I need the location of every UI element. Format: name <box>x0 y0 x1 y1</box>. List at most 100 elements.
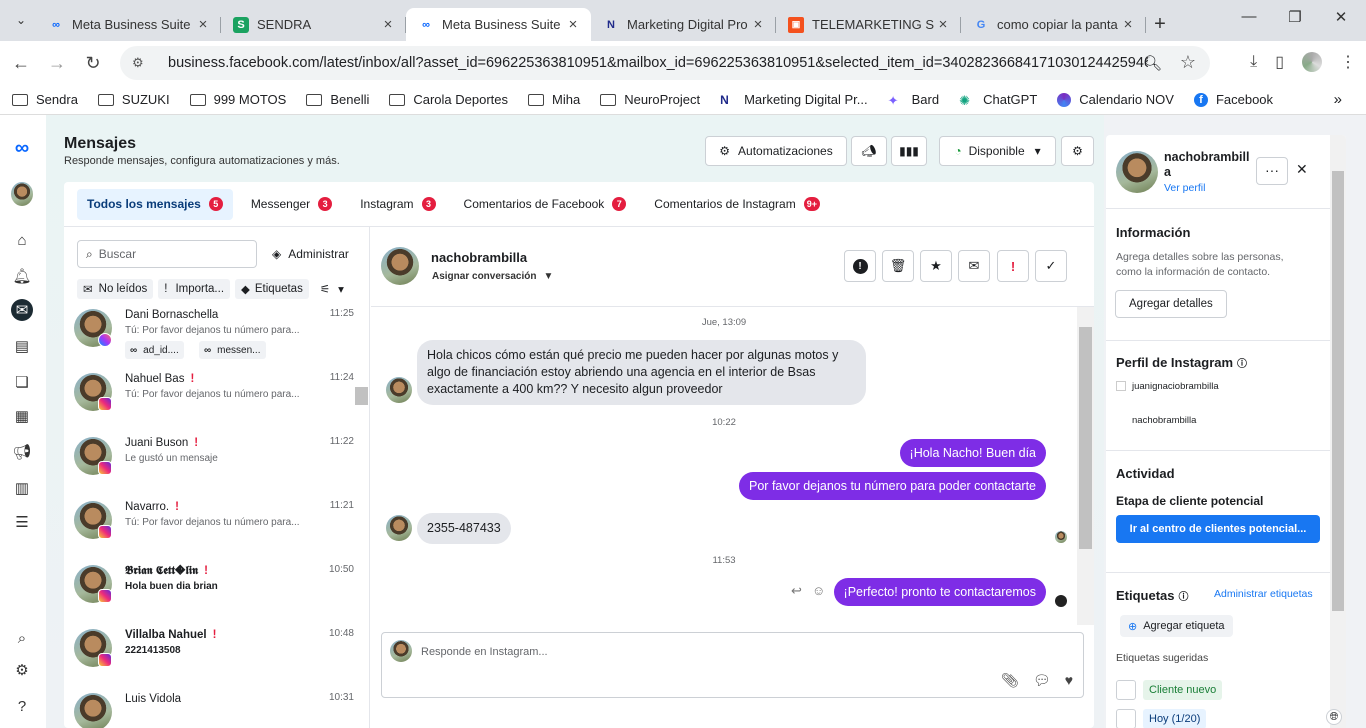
reply-icon[interactable]: ↩ <box>791 583 802 599</box>
more-bookmarks-icon[interactable]: » <box>1334 91 1342 108</box>
new-tab-icon[interactable]: + <box>1146 8 1174 41</box>
checkbox[interactable] <box>1116 709 1136 728</box>
menu-kebab-icon[interactable]: ⋮ <box>1340 52 1356 72</box>
restore-icon[interactable]: ❐ <box>1272 8 1318 26</box>
suggested-label[interactable]: Hoy (1/20) <box>1143 709 1207 728</box>
globe-icon[interactable]: 🌐︎ <box>1326 709 1342 725</box>
browser-tab[interactable]: S SENDRA × <box>221 8 406 41</box>
bookmark-sendra[interactable]: Sendra <box>12 92 78 107</box>
close-icon[interactable]: ✕ <box>1296 161 1308 178</box>
help-icon[interactable]: ? <box>11 695 33 717</box>
conversation-item[interactable]: Navarro.! Tú: Por favor dejanos tu númer… <box>64 495 354 559</box>
search-input[interactable]: ⌕ Buscar <box>77 240 257 268</box>
filter-labels[interactable]: ◆ Etiquetas <box>235 279 309 299</box>
browser-tab[interactable]: N Marketing Digital Pro × <box>591 8 776 41</box>
meta-logo-icon[interactable]: ∞ <box>11 137 33 159</box>
mark-done-button[interactable]: ✓ <box>1035 250 1067 282</box>
settings-button[interactable]: ⚙ <box>1061 136 1094 166</box>
label-chip[interactable]: ∞ ad_id.... <box>125 341 184 359</box>
planner-icon[interactable]: ▦ <box>11 405 33 427</box>
bookmark-suzuki[interactable]: SUZUKI <box>97 92 170 107</box>
list-scrollbar[interactable] <box>354 227 369 728</box>
conversation-item[interactable]: Juani Buson! Le gustó un mensaje 11:22 <box>64 431 354 495</box>
contacts-icon[interactable]: ▤ <box>11 335 33 357</box>
thread-scrollbar[interactable] <box>1077 307 1094 625</box>
assign-dropdown[interactable]: Asignar conversación ▼ <box>432 271 553 282</box>
bookmark-chatgpt[interactable]: ✺ ChatGPT <box>959 92 1037 108</box>
tab-facebook-comments[interactable]: Comentarios de Facebook 7 <box>454 189 637 220</box>
bookmark-999-motos[interactable]: 999 MOTOS <box>189 92 286 107</box>
browser-tab[interactable]: ▣ TELEMARKETING SUS × <box>776 8 961 41</box>
url-text[interactable]: business.facebook.com/latest/inbox/all?a… <box>168 55 1148 71</box>
add-details-button[interactable]: Agregar detalles <box>1115 290 1227 318</box>
bookmark-facebook[interactable]: f Facebook <box>1193 92 1273 107</box>
minimize-icon[interactable]: — <box>1226 8 1272 26</box>
browser-tab[interactable]: G como copiar la panta × <box>961 8 1146 41</box>
zoom-icon[interactable]: 🔍︎ <box>1143 54 1162 72</box>
tab-messenger[interactable]: Messenger 3 <box>241 189 342 220</box>
download-icon[interactable]: ⤓ <box>1250 53 1257 71</box>
browser-tab-active[interactable]: ∞ Meta Business Suite × <box>406 8 591 41</box>
campaign-button[interactable]: 📣︎ <box>851 136 887 166</box>
scrollbar-thumb[interactable] <box>1079 327 1092 549</box>
filter-unread[interactable]: ✉ No leídos <box>77 279 154 299</box>
reload-icon[interactable]: ↻ <box>78 48 108 78</box>
label-chip[interactable]: ∞ messen... <box>199 341 266 359</box>
saved-replies-icon[interactable]: 💬︎ <box>1033 672 1051 689</box>
scrollbar-thumb[interactable] <box>1332 171 1344 611</box>
more-filters-button[interactable]: ⚟ ▾ <box>314 279 350 299</box>
heart-icon[interactable]: ♥ <box>1065 672 1073 689</box>
conversation-item[interactable]: 𝕭𝖗𝖎𝖆𝖓 𝕮𝖊𝖙𝖙�𝖑𝖎𝖓! Hola buen dia brian 10:5… <box>64 559 354 623</box>
back-icon[interactable]: ← <box>6 48 36 78</box>
settings-icon[interactable]: ⚙ <box>11 659 33 681</box>
tab-all-messages[interactable]: Todos los mensajes 5 <box>77 188 233 220</box>
account-avatar[interactable] <box>11 182 33 206</box>
bookmark-marketing[interactable]: N Marketing Digital Pr... <box>720 92 868 107</box>
side-panel-icon[interactable]: ▯ <box>1275 52 1284 72</box>
site-info-icon[interactable]: ⚙ <box>132 55 150 71</box>
ads-icon[interactable]: 📢︎ <box>11 441 33 463</box>
bookmark-star-icon[interactable]: ☆ <box>1180 52 1196 73</box>
conversation-item[interactable]: Villalba Nahuel! 2221413508 10:48 <box>64 623 354 687</box>
scrollbar-thumb[interactable] <box>355 387 368 405</box>
mark-unread-button[interactable]: ✉ <box>958 250 990 282</box>
add-label-button[interactable]: ⊕ Agregar etiqueta <box>1120 615 1233 637</box>
all-tools-icon[interactable]: ☰ <box>11 511 33 533</box>
tab-instagram[interactable]: Instagram 3 <box>350 189 445 220</box>
automations-button[interactable]: ⚙ Automatizaciones <box>705 136 847 166</box>
bookmark-bard[interactable]: ✦ Bard <box>888 92 939 108</box>
insights-button[interactable]: ▮▮▮ <box>891 136 927 166</box>
view-profile-link[interactable]: Ver perfil <box>1164 182 1205 194</box>
attachment-icon[interactable]: 📎︎ <box>1001 672 1019 689</box>
bookmark-neuroproject[interactable]: NeuroProject <box>600 92 700 107</box>
star-button[interactable]: ★ <box>920 250 952 282</box>
conversation-item[interactable]: Dani Bornaschella Tú: Por favor dejanos … <box>64 303 354 367</box>
bookmark-miha[interactable]: Miha <box>528 92 580 107</box>
home-icon[interactable]: ⌂ <box>11 229 33 251</box>
bookmark-calendario[interactable]: Calendario NOV <box>1057 92 1174 107</box>
browser-tab[interactable]: ∞ Meta Business Suite × <box>36 8 221 41</box>
checkbox[interactable] <box>1116 381 1126 391</box>
forward-icon[interactable]: → <box>42 48 72 78</box>
tab-instagram-comments[interactable]: Comentarios de Instagram 9+ <box>644 189 830 220</box>
conversation-item[interactable]: Nahuel Bas! Tú: Por favor dejanos tu núm… <box>64 367 354 431</box>
reply-composer[interactable]: Responde en Instagram... 📎︎ 💬︎ ♥ <box>381 632 1084 698</box>
manage-button[interactable]: ◈ Administrar <box>272 247 349 261</box>
bookmark-carola[interactable]: Carola Deportes <box>389 92 508 107</box>
bookmark-benelli[interactable]: Benelli <box>306 92 369 107</box>
checkbox[interactable] <box>1116 680 1136 700</box>
tab-search-icon[interactable]: ⌄ <box>10 10 32 30</box>
emoji-react-icon[interactable]: ☺ <box>812 583 825 598</box>
manage-labels-link[interactable]: Administrar etiquetas <box>1214 588 1313 600</box>
close-tab-icon[interactable]: × <box>195 16 211 33</box>
close-tab-icon[interactable]: × <box>1120 16 1136 33</box>
close-tab-icon[interactable]: × <box>380 16 396 33</box>
conversation-item[interactable]: Luis Vidola 10:31 <box>64 687 354 728</box>
panel-scrollbar[interactable] <box>1330 135 1346 728</box>
url-field[interactable]: ⚙ business.facebook.com/latest/inbox/all… <box>120 46 1210 80</box>
report-spam-button[interactable]: ! <box>844 250 876 282</box>
content-icon[interactable]: ❏ <box>11 371 33 393</box>
close-tab-icon[interactable]: × <box>935 16 951 33</box>
availability-dropdown[interactable]: ◔ Disponible ▾ <box>939 136 1056 166</box>
search-icon[interactable]: ⌕ <box>11 627 33 649</box>
